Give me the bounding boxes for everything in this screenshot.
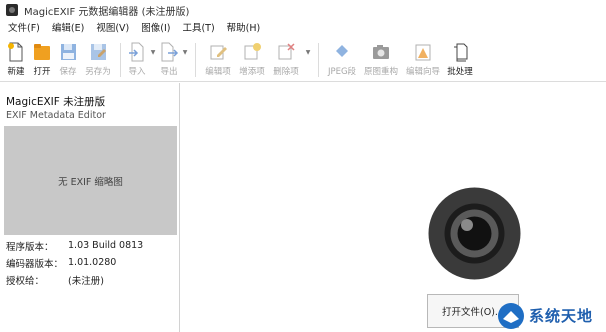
info-panel: MagicEXIF 未注册版 EXIF Metadata Editor 无 EX… xyxy=(0,83,180,332)
main-area: 打开文件(O)... xyxy=(181,83,606,332)
camera-icon xyxy=(373,45,389,59)
jpeg-section-button[interactable]: JPEG段 xyxy=(324,38,360,82)
add-item-icon xyxy=(244,43,261,60)
open-label: 打开 xyxy=(33,67,51,77)
window-title: MagicEXIF 元数据编辑器 (未注册版) xyxy=(24,6,190,18)
delete-item-button[interactable]: 删除项 xyxy=(269,38,303,82)
export-dropdown-arrow[interactable]: ▼ xyxy=(180,30,190,74)
edit-item-button[interactable]: 编辑项 xyxy=(201,38,235,82)
save-disk-icon xyxy=(61,44,76,60)
add-item-label: 增添项 xyxy=(239,67,265,77)
save-as-button[interactable]: 另存为 xyxy=(81,38,115,82)
add-item-button[interactable]: 增添项 xyxy=(235,38,269,82)
export-label: 导出 xyxy=(160,67,178,77)
original-rebuild-label: 原图重构 xyxy=(363,67,398,77)
info-value: 1.03 Build 0813 xyxy=(68,240,144,251)
app-icon xyxy=(6,4,18,16)
save-as-label: 另存为 xyxy=(85,67,111,77)
edit-wizard-button[interactable]: 编辑向导 xyxy=(402,38,444,82)
thumbnail-placeholder-text: 无 EXIF 缩略图 xyxy=(58,176,123,188)
save-button[interactable]: 保存 xyxy=(55,38,81,82)
batch-label: 批处理 xyxy=(447,67,473,77)
export-button[interactable]: 导出 xyxy=(158,38,180,82)
toolbar-separator xyxy=(318,43,319,77)
menu-file[interactable]: 文件(F) xyxy=(2,20,46,38)
watermark-logo-icon xyxy=(498,302,524,329)
jpeg-section-label: JPEG段 xyxy=(327,67,357,77)
info-row: 编码器版本： 1.01.0280 xyxy=(6,254,176,271)
new-file-icon xyxy=(8,42,23,62)
open-folder-icon xyxy=(34,44,50,60)
menu-view[interactable]: 视图(V) xyxy=(90,20,135,38)
delete-dropdown-arrow[interactable]: ▼ xyxy=(303,30,313,74)
toolbar: 新建 打开 保存 另存为 导入 ▼ 导出 ▼ 编辑项 增添项 删除项 ▼ JPE… xyxy=(0,38,606,82)
exif-thumbnail: 无 EXIF 缩略图 xyxy=(4,126,177,235)
original-rebuild-button[interactable]: 原图重构 xyxy=(360,38,402,82)
save-label: 保存 xyxy=(59,67,77,77)
edit-item-icon xyxy=(210,45,227,60)
jpeg-section-icon xyxy=(336,45,348,57)
info-value: (未注册) xyxy=(68,275,104,287)
toolbar-separator xyxy=(120,43,121,77)
save-as-icon xyxy=(91,44,106,60)
import-icon xyxy=(129,42,144,62)
batch-button[interactable]: 批处理 xyxy=(444,38,476,82)
panel-title: MagicEXIF 未注册版 xyxy=(6,96,106,108)
info-key: 授权给： xyxy=(6,275,45,287)
open-button[interactable]: 打开 xyxy=(29,38,55,82)
edit-wizard-label: 编辑向导 xyxy=(405,67,440,77)
menu-edit[interactable]: 编辑(E) xyxy=(46,20,90,38)
camera-lens-logo-icon xyxy=(428,187,521,280)
export-icon xyxy=(161,42,179,62)
delete-item-icon xyxy=(278,43,295,60)
info-key: 程序版本： xyxy=(6,241,54,253)
site-watermark: 系统天地 xyxy=(497,299,606,332)
new-button[interactable]: 新建 xyxy=(3,38,29,82)
program-info: 程序版本： 1.03 Build 0813 编码器版本： 1.01.0280 授… xyxy=(6,237,176,288)
title-bar: MagicEXIF 元数据编辑器 (未注册版) xyxy=(0,0,606,20)
import-label: 导入 xyxy=(128,67,146,77)
info-key: 编码器版本： xyxy=(6,258,64,270)
toolbar-separator xyxy=(195,43,196,77)
new-label: 新建 xyxy=(7,67,25,77)
delete-item-label: 删除项 xyxy=(273,67,299,77)
info-row: 程序版本： 1.03 Build 0813 xyxy=(6,237,176,254)
watermark-text: 系统天地 xyxy=(529,307,594,325)
import-dropdown-arrow[interactable]: ▼ xyxy=(148,30,158,74)
batch-documents-icon xyxy=(454,43,468,62)
info-value: 1.01.0280 xyxy=(68,257,117,268)
import-button[interactable]: 导入 xyxy=(126,38,148,82)
info-row: 授权给： (未注册) xyxy=(6,271,176,288)
menu-help[interactable]: 帮助(H) xyxy=(221,20,267,38)
edit-item-label: 编辑项 xyxy=(205,67,231,77)
panel-subtitle: EXIF Metadata Editor xyxy=(6,110,106,121)
wizard-icon xyxy=(415,44,431,61)
